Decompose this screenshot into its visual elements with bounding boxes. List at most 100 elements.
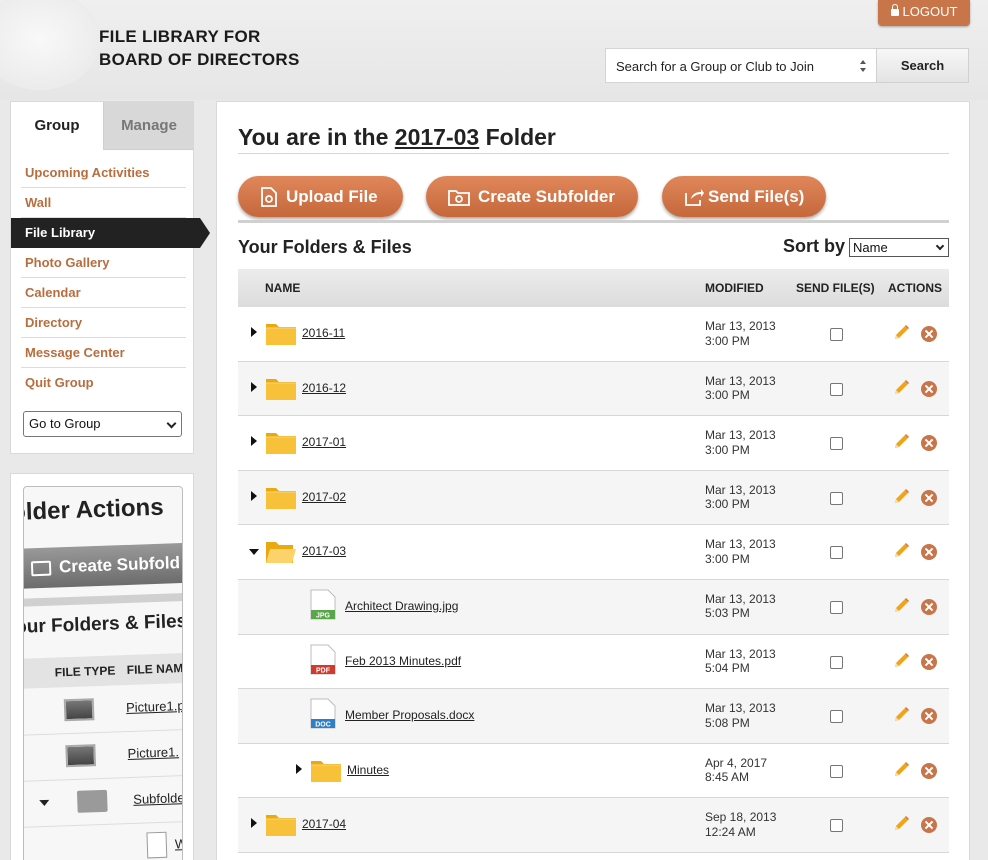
- column-modified[interactable]: MODIFIED: [705, 269, 764, 307]
- help-col-type: FILE TYPE: [54, 663, 116, 680]
- document-icon: [146, 831, 168, 859]
- modified-day: Mar 13, 2013: [705, 591, 776, 606]
- group-search-select[interactable]: Search for a Group or Club to Join: [605, 48, 877, 83]
- edit-pencil-icon[interactable]: [892, 652, 910, 670]
- edit-pencil-icon[interactable]: [892, 379, 910, 397]
- current-folder-link[interactable]: 2017-03: [395, 124, 479, 150]
- delete-icon[interactable]: [921, 653, 937, 670]
- delete-icon[interactable]: [921, 435, 937, 452]
- table-row: 2017-03 Mar 13, 2013 3:00 PM: [238, 525, 949, 580]
- edit-pencil-icon[interactable]: [892, 488, 910, 506]
- folder-icon: [310, 757, 342, 783]
- help-row-name: Subfolde: [132, 790, 183, 807]
- send-file-checkbox[interactable]: [830, 328, 843, 341]
- nav-item-wall[interactable]: Wall: [21, 188, 186, 218]
- tab-manage[interactable]: Manage: [103, 102, 194, 150]
- send-file-checkbox[interactable]: [830, 437, 843, 451]
- edit-pencil-icon[interactable]: [892, 815, 910, 833]
- folder-icon: [265, 375, 297, 401]
- send-files-button[interactable]: Send File(s): [662, 176, 826, 217]
- folder-link[interactable]: 2017-02: [302, 490, 346, 504]
- expand-arrow-icon[interactable]: [251, 490, 257, 501]
- nav-item-file-library[interactable]: File Library: [11, 218, 210, 248]
- nav-item-photo-gallery[interactable]: Photo Gallery: [21, 248, 186, 278]
- expand-arrow-icon[interactable]: [251, 327, 257, 337]
- folder-link[interactable]: 2016-12: [302, 381, 346, 395]
- edit-pencil-icon[interactable]: [892, 597, 910, 615]
- delete-icon[interactable]: [921, 544, 937, 561]
- help-image-button-label: Create Subfold: [58, 553, 181, 577]
- delete-icon[interactable]: [921, 598, 937, 615]
- modified-day: Mar 13, 2013: [705, 428, 776, 443]
- send-file-checkbox[interactable]: [830, 655, 843, 669]
- send-file-checkbox[interactable]: [830, 764, 843, 778]
- expand-arrow-icon[interactable]: [251, 381, 257, 392]
- file-link[interactable]: Member Proposals.docx: [345, 708, 474, 722]
- modified-day: Mar 13, 2013: [705, 701, 776, 716]
- modified-day: Sep 18, 2013: [705, 810, 777, 825]
- modified-time: 5:08 PM: [705, 715, 750, 730]
- create-subfolder-button[interactable]: Create Subfolder: [426, 176, 638, 217]
- nav-item-quit-group[interactable]: Quit Group: [21, 368, 186, 398]
- modified-day: Apr 4, 2017: [705, 755, 768, 770]
- edit-pencil-icon[interactable]: [892, 542, 910, 560]
- nav-item-message-center[interactable]: Message Center: [21, 338, 186, 368]
- upload-icon: [261, 187, 277, 207]
- sort-by-select[interactable]: Name: [849, 238, 949, 257]
- column-name[interactable]: NAME: [265, 269, 300, 307]
- camera-icon: [30, 560, 52, 577]
- file-link[interactable]: Architect Drawing.jpg: [345, 599, 458, 613]
- expand-arrow-icon[interactable]: [296, 763, 302, 774]
- edit-pencil-icon[interactable]: [892, 761, 910, 779]
- delete-icon[interactable]: [921, 489, 937, 506]
- folder-link[interactable]: 2017-03: [302, 544, 346, 558]
- edit-pencil-icon[interactable]: [892, 324, 910, 342]
- send-file-checkbox[interactable]: [830, 546, 843, 560]
- help-image-divider: [24, 591, 182, 607]
- logout-button[interactable]: LOGOUT: [878, 0, 970, 26]
- picture-icon: [65, 744, 97, 768]
- folder-icon: [265, 538, 297, 564]
- create-subfolder-label: Create Subfolder: [478, 187, 615, 206]
- pdf-file-icon: PDF: [310, 644, 336, 675]
- delete-icon[interactable]: [921, 380, 937, 397]
- expand-arrow-icon[interactable]: [251, 436, 257, 447]
- modified-day: Mar 13, 2013: [705, 482, 776, 497]
- help-image-button: Create Subfold: [24, 541, 182, 589]
- go-to-group-select[interactable]: Go to Group: [23, 411, 182, 437]
- folder-link[interactable]: 2017-01: [302, 435, 346, 449]
- folders-files-title: Your Folders & Files: [238, 237, 412, 257]
- send-file-checkbox[interactable]: [830, 491, 843, 505]
- help-screenshot-image[interactable]: older Actions Create Subfold our Folders…: [23, 486, 183, 860]
- modified-date: Mar 13, 2013 5:04 PM: [705, 647, 776, 676]
- tab-group[interactable]: Group: [11, 102, 103, 150]
- folder-link[interactable]: 2016-11: [302, 326, 345, 340]
- nav-item-calendar[interactable]: Calendar: [21, 278, 186, 308]
- edit-pencil-icon[interactable]: [892, 706, 910, 724]
- nav-item-directory[interactable]: Directory: [21, 308, 186, 338]
- upload-file-button[interactable]: Upload File: [238, 176, 403, 217]
- collapse-arrow-icon[interactable]: [249, 549, 259, 556]
- file-link[interactable]: Feb 2013 Minutes.pdf: [345, 654, 461, 668]
- expand-arrow-icon[interactable]: [251, 818, 257, 829]
- send-file-checkbox[interactable]: [830, 710, 843, 724]
- help-row-name: Picture1.: [127, 744, 180, 762]
- nav-item-upcoming-activities[interactable]: Upcoming Activities: [21, 158, 186, 188]
- folder-link[interactable]: 2017-04: [302, 817, 346, 831]
- delete-icon[interactable]: [921, 762, 937, 779]
- send-file-checkbox[interactable]: [830, 600, 843, 614]
- divider: [238, 153, 949, 154]
- folder-link[interactable]: Minutes: [347, 763, 389, 777]
- delete-icon[interactable]: [921, 326, 937, 342]
- help-image-row: Picture1.p: [24, 683, 182, 736]
- delete-icon[interactable]: [921, 817, 937, 834]
- modified-date: Apr 4, 2017 8:45 AM: [705, 756, 767, 785]
- search-button[interactable]: Search: [876, 48, 969, 83]
- send-file-checkbox[interactable]: [830, 382, 843, 396]
- divider: [238, 220, 949, 223]
- send-file-checkbox[interactable]: [830, 819, 843, 833]
- modified-date: Mar 13, 2013 3:00 PM: [705, 483, 776, 512]
- delete-icon[interactable]: [921, 708, 937, 725]
- edit-pencil-icon[interactable]: [892, 433, 910, 451]
- send-files-label: Send File(s): [708, 187, 805, 206]
